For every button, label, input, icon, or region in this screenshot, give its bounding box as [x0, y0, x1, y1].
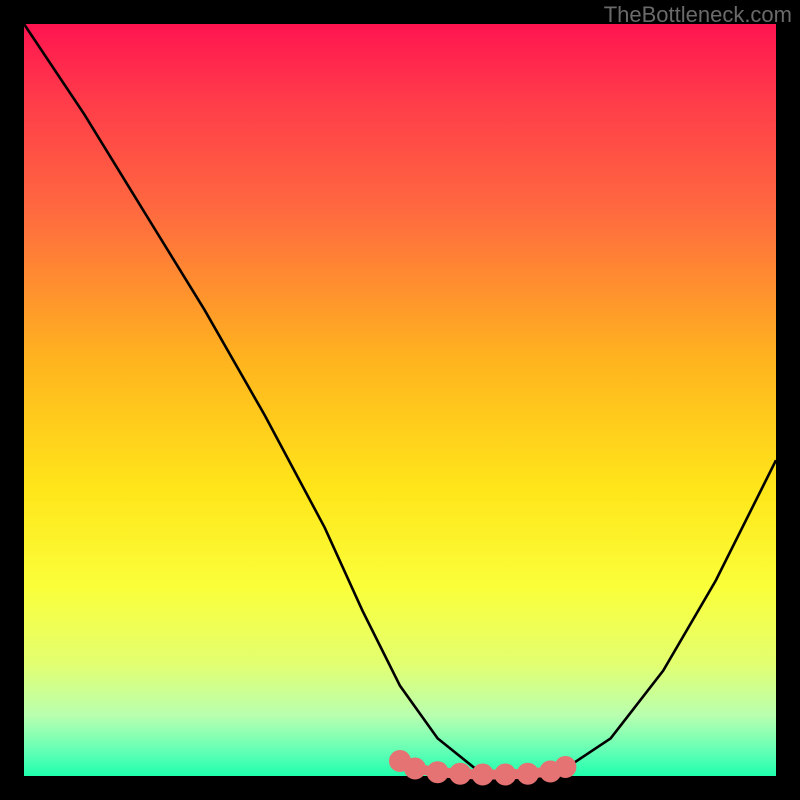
marker-dot [394, 755, 406, 767]
marker-dot [522, 768, 534, 780]
bottleneck-curve-line [24, 24, 776, 776]
marker-dot [432, 766, 444, 778]
watermark-text: TheBottleneck.com [604, 2, 792, 28]
marker-dot [409, 763, 421, 775]
marker-dot [477, 769, 489, 781]
marker-dot [499, 769, 511, 781]
bottleneck-chart [24, 24, 776, 776]
marker-dot [559, 761, 571, 773]
marker-dots [394, 755, 571, 781]
marker-dot [454, 768, 466, 780]
